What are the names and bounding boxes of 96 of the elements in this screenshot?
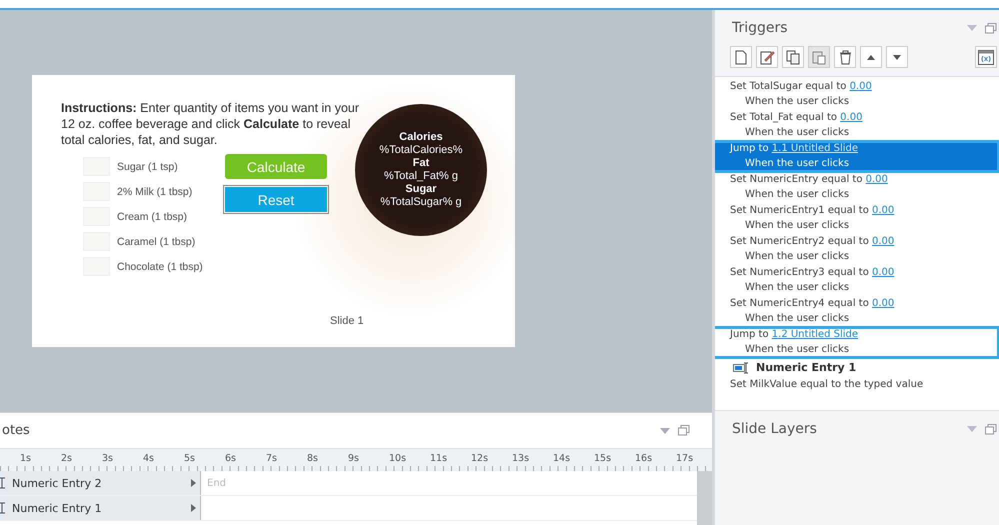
cup-text: Fat bbox=[412, 157, 430, 170]
trigger-link[interactable]: 0.00 bbox=[872, 205, 894, 216]
time-tick-label: 1s bbox=[20, 452, 32, 466]
trigger-item[interactable]: Set NumericEntry1 equal to 0.00 When the user clicks bbox=[715, 203, 999, 234]
move-down-icon[interactable] bbox=[886, 46, 908, 68]
trigger-item[interactable]: Set Total_Fat equal to 0.00 When the user clicks bbox=[715, 110, 999, 141]
time-tick-label: 17s bbox=[676, 452, 694, 466]
trigger-condition: When the user clicks bbox=[744, 280, 850, 294]
item-label: Caramel (1 tbsp) bbox=[117, 236, 196, 248]
restore-icon[interactable] bbox=[985, 22, 997, 34]
trigger-condition: When the user clicks bbox=[744, 250, 850, 264]
expand-arrow-icon bbox=[191, 479, 196, 487]
item-label: 2% Milk (1 tbsp) bbox=[117, 186, 192, 198]
trigger-item[interactable]: Set NumericEntry2 equal to 0.00 When the user clicks bbox=[715, 234, 999, 265]
cup-text: %TotalSugar% g bbox=[380, 196, 462, 209]
cup-text: Calories bbox=[399, 131, 443, 144]
cup-text: Sugar bbox=[405, 183, 437, 196]
trigger-action: Set TotalSugar equal to bbox=[730, 81, 846, 92]
time-tick-label: 7s bbox=[266, 452, 278, 466]
time-tick-label: 8s bbox=[307, 452, 319, 466]
time-tick-label: 5s bbox=[184, 452, 196, 466]
trigger-action: Set NumericEntry4 equal to bbox=[730, 298, 869, 309]
trigger-link[interactable]: 0.00 bbox=[872, 298, 894, 309]
panel-title: Triggers bbox=[732, 20, 788, 36]
time-tick-label: 15s bbox=[594, 452, 612, 466]
dropdown-icon[interactable] bbox=[660, 428, 670, 434]
expand-arrow-icon bbox=[191, 504, 196, 512]
instructions-text: Instructions: Enter quantity of items you want in your 12 oz. coffee beverage and click Calculate to reveal total calories, fat, and sugar. bbox=[61, 100, 360, 148]
trigger-condition: When the user clicks bbox=[744, 218, 850, 232]
trigger-condition: When the user clicks bbox=[744, 342, 850, 356]
slide-button[interactable]: Reset bbox=[225, 187, 327, 212]
trigger-action: Jump to bbox=[730, 143, 769, 154]
trigger-action: Set NumericEntry2 equal to bbox=[730, 236, 869, 247]
paste-icon[interactable] bbox=[808, 46, 830, 68]
time-tick-label: 3s bbox=[102, 452, 114, 466]
dropdown-icon[interactable] bbox=[967, 25, 977, 31]
trigger-group-title: Numeric Entry 1 bbox=[756, 361, 856, 374]
move-up-icon[interactable] bbox=[860, 46, 882, 68]
time-tick-label: 16s bbox=[635, 452, 654, 466]
edit-icon[interactable] bbox=[756, 46, 778, 68]
timeline-layer[interactable]: Numeric Entry 2 bbox=[0, 471, 201, 495]
trigger-action: Set NumericEntry equal to bbox=[730, 174, 862, 185]
trigger-item[interactable]: Jump to 1.1 Untitled Slide When the user clicks bbox=[715, 141, 999, 172]
trigger-link[interactable]: 0.00 bbox=[866, 174, 888, 185]
copy-icon[interactable] bbox=[782, 46, 804, 68]
trigger-condition: When the user clicks bbox=[744, 126, 850, 140]
trigger-action: Set NumericEntry3 equal to bbox=[730, 267, 869, 278]
slide-caption: Slide 1 bbox=[330, 315, 364, 327]
trigger-item[interactable]: Set MilkValue equal to the typed value bbox=[715, 377, 999, 394]
trigger-action: Set MilkValue equal to the typed value bbox=[730, 379, 924, 390]
item-label: Chocolate (1 tbsp) bbox=[117, 260, 203, 272]
item-label: Sugar (1 tsp) bbox=[117, 160, 178, 172]
trigger-condition: When the user clicks bbox=[744, 94, 850, 108]
trigger-link[interactable]: 1.2 Untitled Slide bbox=[772, 329, 858, 340]
trigger-link[interactable]: 0.00 bbox=[850, 81, 872, 92]
time-tick-label: 11s bbox=[430, 452, 448, 466]
trigger-action: Set NumericEntry1 equal to bbox=[730, 205, 869, 216]
trigger-link[interactable]: 0.00 bbox=[872, 236, 894, 247]
trigger-condition: When the user clicks bbox=[744, 312, 850, 326]
trigger-item[interactable]: Set NumericEntry3 equal to 0.00 When the user clicks bbox=[715, 265, 999, 296]
new-document-icon[interactable] bbox=[730, 46, 752, 68]
timeline-layer[interactable]: Numeric Entry 1 bbox=[0, 496, 201, 520]
trigger-link[interactable]: 1.1 Untitled Slide bbox=[772, 143, 858, 154]
trigger-link[interactable]: 0.00 bbox=[872, 267, 894, 278]
delete-icon[interactable] bbox=[834, 46, 856, 68]
trigger-item[interactable]: Set NumericEntry4 equal to 0.00 When the user clicks bbox=[715, 296, 999, 327]
time-tick-label: 10s bbox=[389, 452, 408, 466]
time-tick-label: 14s bbox=[553, 452, 572, 466]
trigger-item[interactable]: Set TotalSugar equal to 0.00 When the user clicks bbox=[715, 79, 999, 110]
variables-icon[interactable] bbox=[975, 46, 997, 68]
text-cursor-icon bbox=[0, 502, 6, 514]
panel-title: Slide Layers bbox=[732, 421, 817, 437]
time-tick-label: 12s bbox=[471, 452, 490, 466]
trigger-action: Jump to bbox=[730, 329, 769, 340]
panel-title: otes bbox=[2, 423, 30, 438]
text-cursor-icon bbox=[0, 477, 6, 489]
dropdown-icon[interactable] bbox=[967, 426, 977, 432]
time-tick-label: 13s bbox=[512, 452, 530, 466]
scrollbar[interactable] bbox=[697, 471, 712, 525]
trigger-item[interactable]: Jump to 1.2 Untitled Slide When the user clicks bbox=[715, 327, 999, 358]
numeric-entry-icon bbox=[733, 362, 749, 374]
end-marker-label: End bbox=[207, 478, 226, 488]
trigger-action: Set Total_Fat equal to bbox=[730, 112, 837, 123]
trigger-condition: When the user clicks bbox=[744, 188, 850, 202]
restore-icon[interactable] bbox=[678, 425, 690, 436]
time-tick-label: 4s bbox=[143, 452, 155, 466]
trigger-item[interactable]: Set NumericEntry equal to 0.00 When the user clicks bbox=[715, 172, 999, 203]
trigger-condition: When the user clicks bbox=[744, 156, 850, 170]
restore-icon[interactable] bbox=[985, 424, 997, 434]
time-tick-label: 2s bbox=[61, 452, 73, 466]
cup-text: %Total_Fat% g bbox=[384, 170, 458, 183]
cup-text: %TotalCalories% bbox=[379, 144, 463, 157]
item-label: Cream (1 tbsp) bbox=[117, 210, 188, 222]
trigger-link[interactable]: 0.00 bbox=[840, 112, 862, 123]
time-tick-label: 6s bbox=[225, 452, 237, 466]
time-tick-label: 9s bbox=[348, 452, 360, 466]
